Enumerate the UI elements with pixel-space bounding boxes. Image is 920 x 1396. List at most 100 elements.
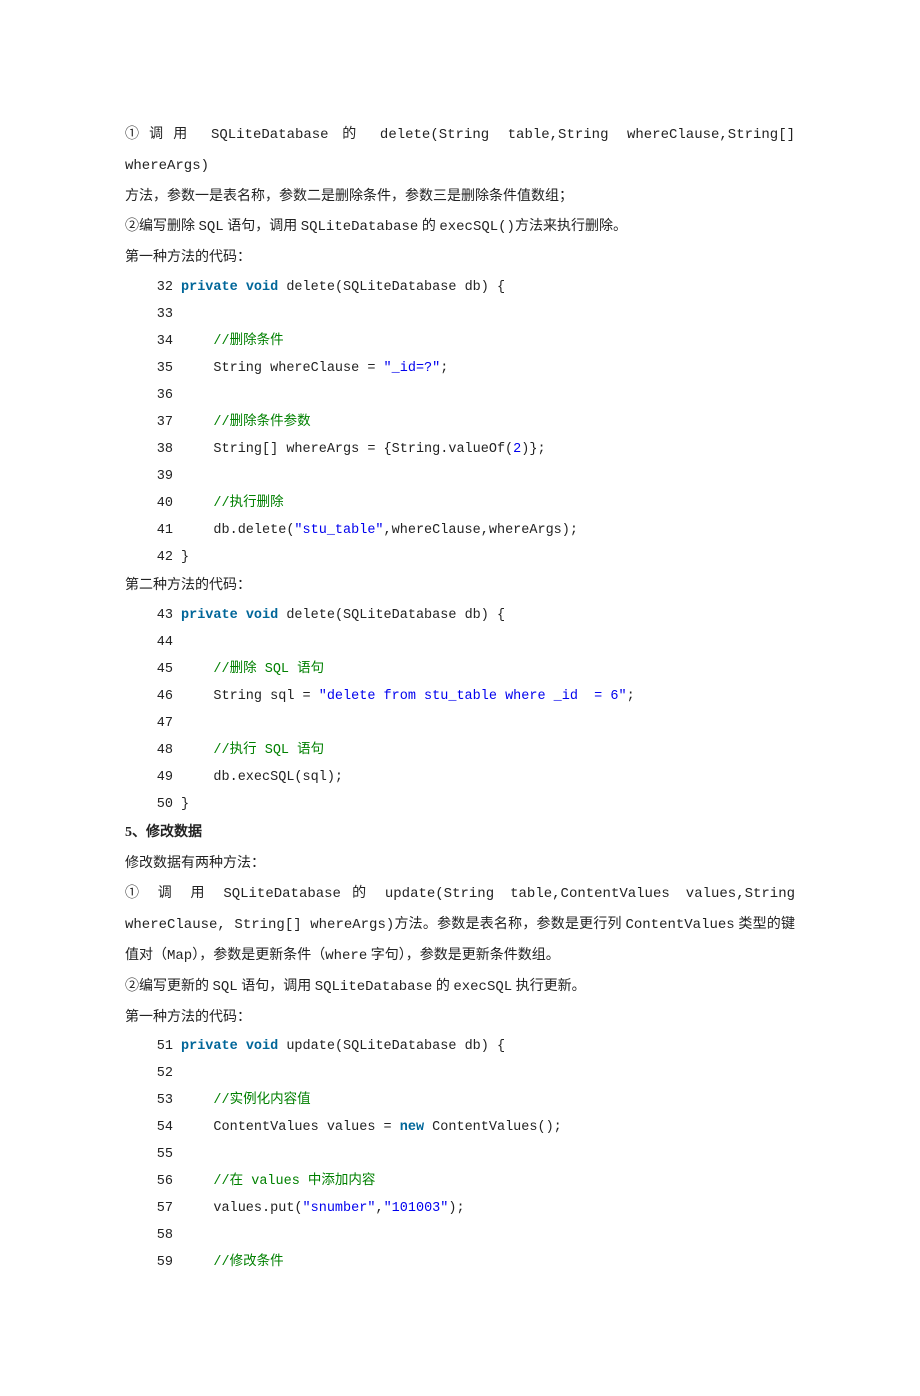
text: //执行 — [213, 743, 264, 758]
string-literal: "101003" — [384, 1201, 449, 1216]
line-number: 48 — [145, 737, 173, 764]
line-number: 53 — [145, 1087, 173, 1114]
text: 的 — [418, 219, 439, 234]
code-text: ContentValues values = — [181, 1120, 400, 1135]
code-line: 47 — [145, 710, 795, 737]
string-literal: "delete from stu_table where _id = 6" — [319, 689, 627, 704]
code-line: 32 private void delete(SQLiteDatabase db)… — [145, 274, 795, 301]
text: update(String table,ContentValues values… — [385, 886, 795, 902]
text: SQLiteDatabase — [315, 979, 433, 995]
code-line: 36 — [145, 382, 795, 409]
code-text: ContentValues(); — [424, 1120, 578, 1135]
line-number: 45 — [145, 656, 173, 683]
code-line: 59 //修改条件 — [145, 1249, 795, 1276]
string-literal: "stu_table" — [294, 523, 383, 538]
code-block-delete-2: 43private void delete(SQLiteDatabase db)… — [145, 602, 795, 818]
line-number: 38 — [145, 436, 173, 463]
code-text: delete(SQLiteDatabase db) { — [278, 608, 521, 623]
code-line: 53 //实例化内容值 — [145, 1087, 795, 1114]
code-line: 48 //执行 SQL 语句 — [145, 737, 795, 764]
code-line: 49 db.execSQL(sql); — [145, 764, 795, 791]
text: SQL — [213, 979, 238, 995]
text: //删除 — [213, 662, 264, 677]
paragraph-update-method-1: ① 调 用 SQLiteDatabase 的 update(String tab… — [125, 879, 795, 971]
code-line: 34 //删除条件 — [145, 328, 795, 355]
line-number: 43 — [145, 602, 173, 629]
line-number: 35 — [145, 355, 173, 382]
line-number: 56 — [145, 1168, 173, 1195]
text: 语句 — [289, 743, 340, 758]
keyword: new — [400, 1120, 424, 1135]
code-line: 55 — [145, 1141, 795, 1168]
text: 方法来执行删除。 — [515, 219, 627, 234]
code-text: ,whereClause,whereArgs); — [384, 523, 595, 538]
code-line: 35 String whereClause = "_id=?"; — [145, 355, 795, 382]
code-text: } — [181, 550, 205, 565]
string-literal: "_id=?" — [384, 361, 441, 376]
code-line: 40 //执行删除 — [145, 490, 795, 517]
code-text: String whereClause = — [213, 361, 383, 376]
code-text: db.delete( — [213, 523, 294, 538]
keyword: void — [246, 1039, 278, 1054]
paragraph-delete-method-1: ①调用 SQLiteDatabase 的 delete(String table… — [125, 120, 795, 182]
line-number: 54 — [145, 1114, 173, 1141]
text: 语句 — [289, 662, 340, 677]
text: where — [325, 948, 367, 964]
paragraph-modify-intro: 修改数据有两种方法： — [125, 849, 795, 880]
text: 的 — [341, 886, 385, 901]
keyword: private — [181, 280, 238, 295]
text: ），参数是更新条件（ — [192, 948, 325, 963]
label-first-method-code-2: 第一种方法的代码： — [125, 1003, 795, 1034]
text: execSQL() — [439, 219, 515, 235]
keyword: void — [246, 280, 278, 295]
line-number: 46 — [145, 683, 173, 710]
text: 中添加内容 — [300, 1174, 392, 1189]
text: //在 — [213, 1174, 251, 1189]
code-text: update(SQLiteDatabase db) { — [278, 1039, 521, 1054]
comment: //执行删除 — [213, 496, 299, 511]
code-line: 33 — [145, 301, 795, 328]
code-line: 37 //删除条件参数 — [145, 409, 795, 436]
line-number: 44 — [145, 629, 173, 656]
text: ②编写更新的 — [125, 979, 213, 994]
code-text: db.execSQL(sql); — [213, 770, 359, 785]
text: whereClause, String[] whereArgs) — [125, 917, 394, 933]
code-line: 51private void update(SQLiteDatabase db)… — [145, 1033, 795, 1060]
line-number: 33 — [145, 301, 173, 328]
string-literal: "snumber" — [303, 1201, 376, 1216]
code-line: 52 — [145, 1060, 795, 1087]
code-line: 41 db.delete("stu_table",whereClause,whe… — [145, 517, 795, 544]
code-text: String[] whereArgs = {String.valueOf( — [213, 442, 513, 457]
text: execSQL — [453, 979, 512, 995]
line-number: 34 — [145, 328, 173, 355]
text: SQLiteDatabase — [301, 219, 419, 235]
text: Map — [167, 948, 192, 964]
code-text: )}; — [521, 442, 562, 457]
code-line: 38 String[] whereArgs = {String.valueOf(… — [145, 436, 795, 463]
line-number: 57 — [145, 1195, 173, 1222]
text: 字句），参数是更新条件数组。 — [367, 948, 560, 963]
line-number: 40 — [145, 490, 173, 517]
code-text: values.put( — [181, 1201, 303, 1216]
code-text: ; — [440, 361, 464, 376]
text: values — [251, 1174, 300, 1189]
code-text: delete(SQLiteDatabase db) { — [278, 280, 521, 295]
code-line: 57 values.put("snumber","101003"); — [145, 1195, 795, 1222]
code-line: 39 — [145, 463, 795, 490]
line-number: 52 — [145, 1060, 173, 1087]
line-number: 32 — [145, 274, 173, 301]
document-page: ①调用 SQLiteDatabase 的 delete(String table… — [0, 0, 920, 1396]
text: 语句，调用 — [224, 219, 301, 234]
comment: //实例化内容值 — [213, 1093, 310, 1108]
text: SQL — [265, 743, 289, 758]
line-number: 59 — [145, 1249, 173, 1276]
text: ①调用 — [125, 127, 211, 142]
keyword: private — [181, 1039, 238, 1054]
comment: //删除 SQL 语句 — [213, 662, 340, 677]
code-text: ; — [627, 689, 651, 704]
code-line: 50} — [145, 791, 795, 818]
text: SQLiteDatabase — [223, 886, 341, 902]
code-block-delete-1: 32 private void delete(SQLiteDatabase db)… — [145, 274, 795, 571]
code-text: String sql = — [213, 689, 318, 704]
text: SQLiteDatabase — [211, 127, 329, 143]
